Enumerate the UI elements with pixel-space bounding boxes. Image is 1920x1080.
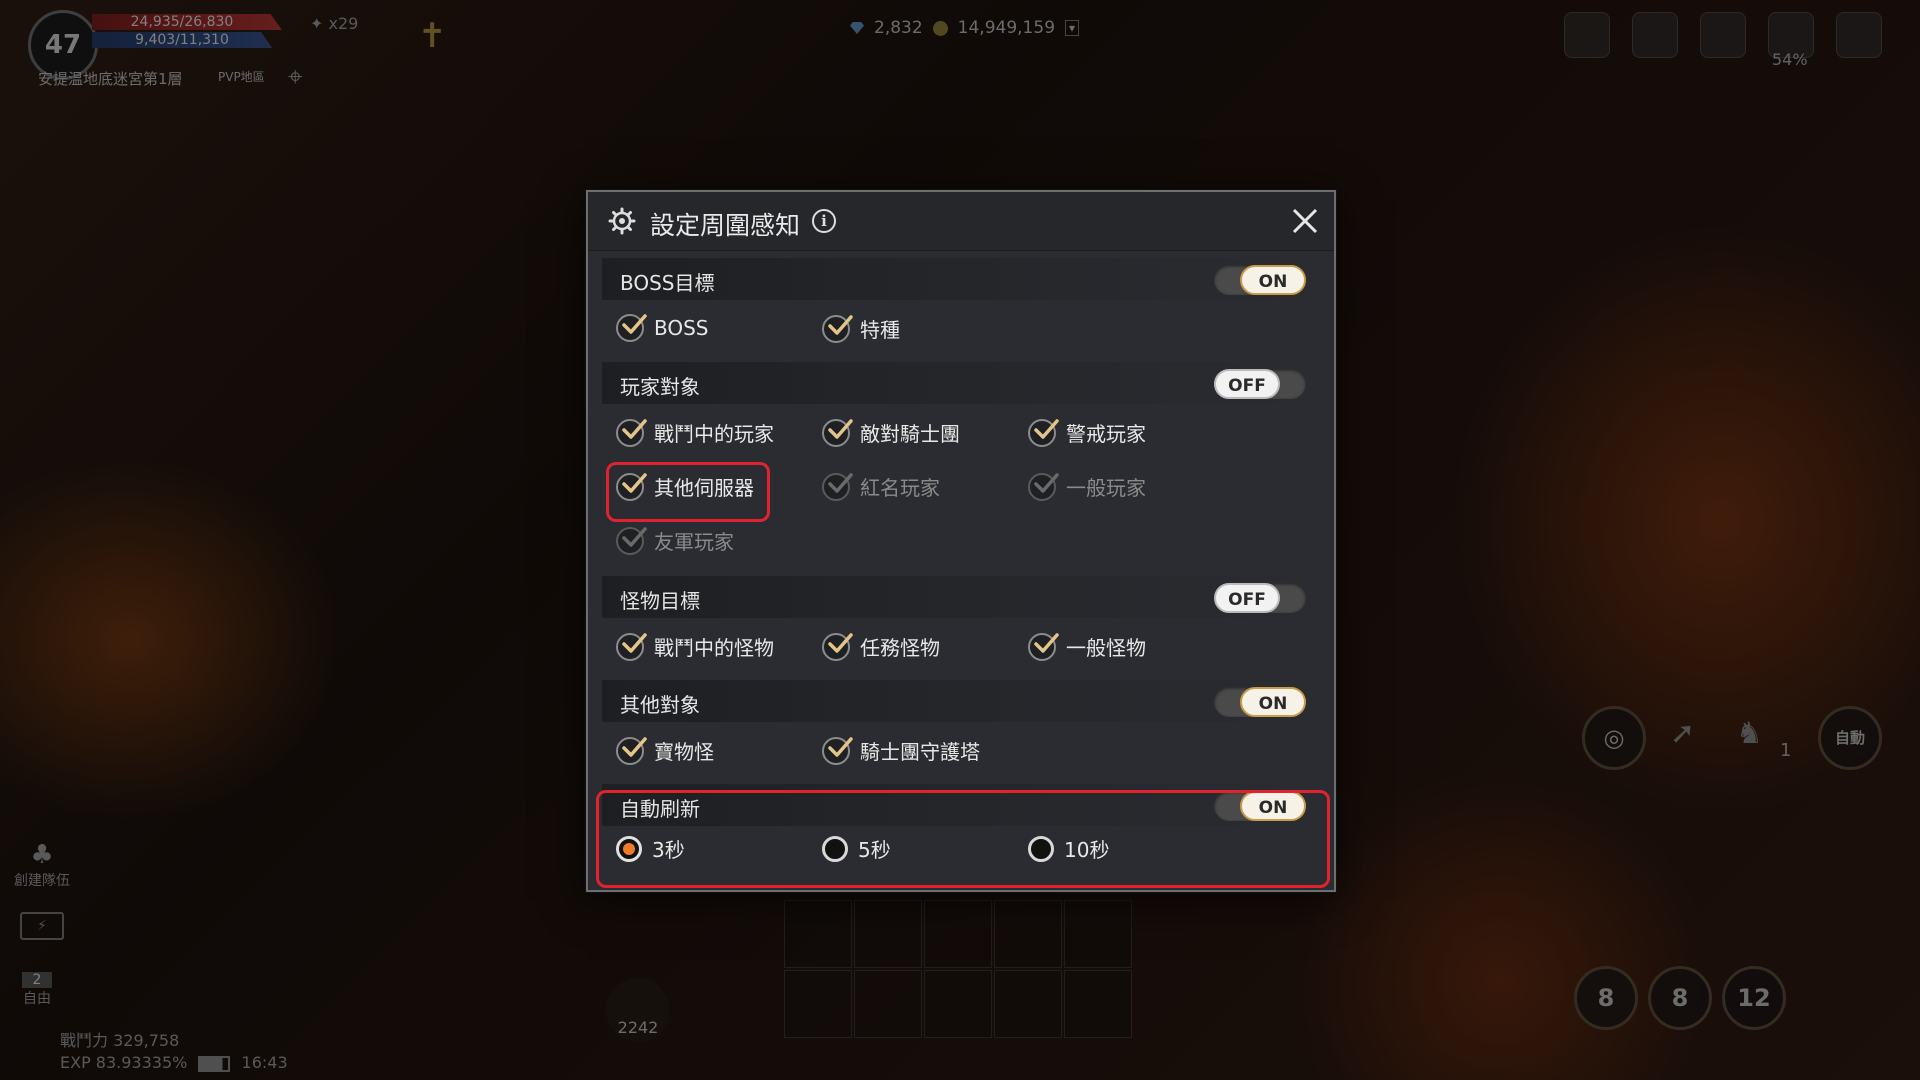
option-label: 任務怪物 xyxy=(860,636,940,660)
option-label: 紅名玩家 xyxy=(860,476,940,500)
check-icon xyxy=(616,472,647,501)
option-label: 特種 xyxy=(860,318,900,342)
option-alert-players[interactable]: 警戒玩家 xyxy=(1028,418,1146,447)
check-icon xyxy=(1028,418,1059,447)
toggle-knob: ON xyxy=(1240,791,1306,821)
section-auto-refresh-header: 自動刷新 ON xyxy=(602,784,1320,826)
radio-selected-icon xyxy=(616,835,642,862)
option-label: 其他伺服器 xyxy=(654,476,754,500)
option-hostile-clan[interactable]: 敵對騎士團 xyxy=(822,418,960,447)
option-players-in-combat[interactable]: 戰鬥中的玩家 xyxy=(616,418,774,447)
close-icon[interactable] xyxy=(1288,204,1322,238)
radio-label: 5秒 xyxy=(858,838,891,862)
section-players-header: 玩家對象 OFF xyxy=(602,362,1320,404)
dialog-header: 設定周圍感知 i xyxy=(588,192,1334,251)
option-normal-monsters[interactable]: 一般怪物 xyxy=(1028,632,1146,661)
option-label: 騎士團守護塔 xyxy=(860,740,980,764)
section-boss-header: BOSS目標 ON xyxy=(602,258,1320,300)
section-title: 自動刷新 xyxy=(620,797,700,821)
auto-refresh-toggle[interactable]: ON xyxy=(1214,791,1306,821)
option-label: 敵對騎士團 xyxy=(860,422,960,446)
option-label: 戰鬥中的玩家 xyxy=(654,422,774,446)
players-toggle[interactable]: OFF xyxy=(1214,369,1306,399)
section-title: 怪物目標 xyxy=(620,589,700,613)
radio-10s[interactable]: 10秒 xyxy=(1028,834,1109,863)
others-toggle[interactable]: ON xyxy=(1214,687,1306,717)
check-icon xyxy=(1028,472,1059,501)
section-title: 其他對象 xyxy=(620,693,700,717)
option-allied-players[interactable]: 友軍玩家 xyxy=(616,526,734,555)
awareness-settings-dialog: 設定周圍感知 i BOSS目標 ON BOSS 特種 玩家對象 OFF 戰鬥中的… xyxy=(586,190,1336,892)
monsters-toggle[interactable]: OFF xyxy=(1214,583,1306,613)
option-label: 一般玩家 xyxy=(1066,476,1146,500)
check-icon xyxy=(822,314,853,343)
boss-toggle[interactable]: ON xyxy=(1214,265,1306,295)
option-label: 友軍玩家 xyxy=(654,530,734,554)
option-quest-monsters[interactable]: 任務怪物 xyxy=(822,632,940,661)
check-icon xyxy=(616,526,647,555)
radio-5s[interactable]: 5秒 xyxy=(822,834,891,863)
info-icon[interactable]: i xyxy=(812,209,836,233)
toggle-knob: OFF xyxy=(1214,583,1280,613)
section-monsters-header: 怪物目標 OFF xyxy=(602,576,1320,618)
toggle-knob: ON xyxy=(1240,687,1306,717)
check-icon xyxy=(616,314,647,342)
option-boss[interactable]: BOSS xyxy=(616,314,709,342)
section-title: BOSS目標 xyxy=(620,271,715,295)
option-red-name[interactable]: 紅名玩家 xyxy=(822,472,940,501)
toggle-knob: ON xyxy=(1240,265,1306,295)
option-special[interactable]: 特種 xyxy=(822,314,900,343)
radio-3s[interactable]: 3秒 xyxy=(616,834,685,863)
radio-label: 3秒 xyxy=(652,838,685,862)
check-icon xyxy=(822,418,853,447)
dialog-title: 設定周圍感知 xyxy=(650,211,801,240)
option-normal-players[interactable]: 一般玩家 xyxy=(1028,472,1146,501)
check-icon xyxy=(616,736,647,765)
option-treasure-monster[interactable]: 寶物怪 xyxy=(616,736,714,765)
option-clan-guard-tower[interactable]: 騎士團守護塔 xyxy=(822,736,980,765)
option-label: 戰鬥中的怪物 xyxy=(654,636,774,660)
option-label: 寶物怪 xyxy=(654,740,714,764)
option-monsters-in-combat[interactable]: 戰鬥中的怪物 xyxy=(616,632,774,661)
option-label: 一般怪物 xyxy=(1066,636,1146,660)
option-label: 警戒玩家 xyxy=(1066,422,1146,446)
check-icon xyxy=(822,472,853,501)
section-others-header: 其他對象 ON xyxy=(602,680,1320,722)
radio-icon xyxy=(1028,835,1054,862)
gear-icon xyxy=(608,207,636,235)
check-icon xyxy=(822,632,853,661)
section-title: 玩家對象 xyxy=(620,375,700,399)
option-label: BOSS xyxy=(654,316,709,340)
radio-label: 10秒 xyxy=(1064,838,1110,862)
toggle-knob: OFF xyxy=(1214,369,1280,399)
check-icon xyxy=(616,418,647,447)
radio-icon xyxy=(822,835,848,862)
check-icon xyxy=(822,736,853,765)
option-other-server[interactable]: 其他伺服器 xyxy=(616,472,754,501)
check-icon xyxy=(1028,632,1059,661)
check-icon xyxy=(616,632,647,661)
